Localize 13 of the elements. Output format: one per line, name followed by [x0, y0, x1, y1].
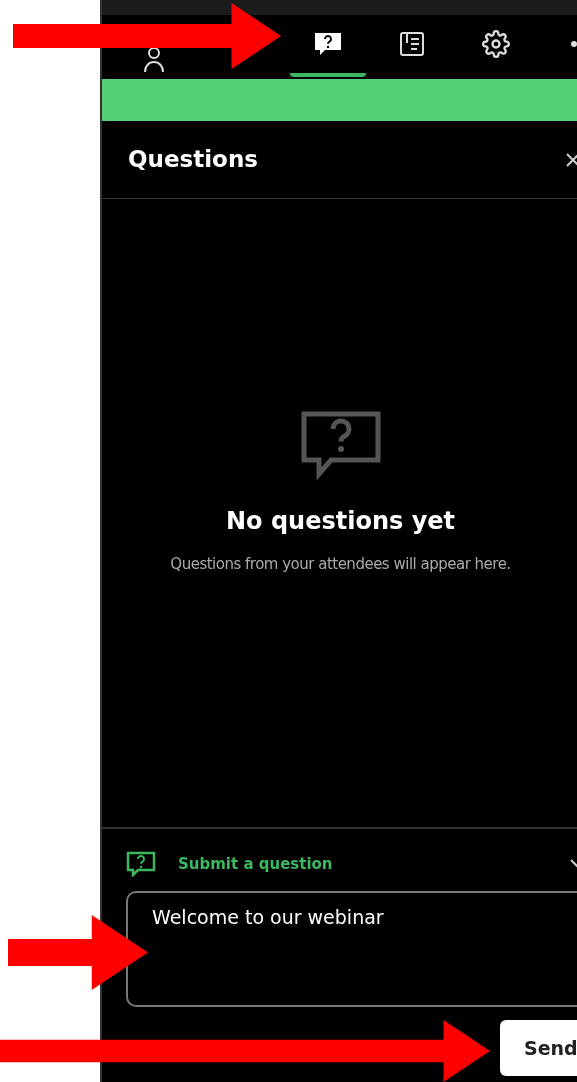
- empty-heading: No questions yet: [225, 505, 456, 537]
- close-icon[interactable]: [566, 152, 577, 167]
- question-bubble-icon: [126, 851, 156, 877]
- question-input[interactable]: Welcome to our webinar: [126, 891, 577, 1007]
- empty-message: Questions from your attendees will appear here.: [170, 553, 511, 575]
- question-bubble-icon: [313, 31, 343, 57]
- submit-label: Submit a question: [178, 853, 333, 875]
- notes-icon: [398, 31, 426, 57]
- question-bubble-icon: [300, 410, 381, 481]
- send-button[interactable]: Send: [500, 1020, 577, 1076]
- settings-icon: [482, 30, 510, 58]
- person-icon: [144, 47, 164, 73]
- panel-title: Questions: [128, 145, 258, 175]
